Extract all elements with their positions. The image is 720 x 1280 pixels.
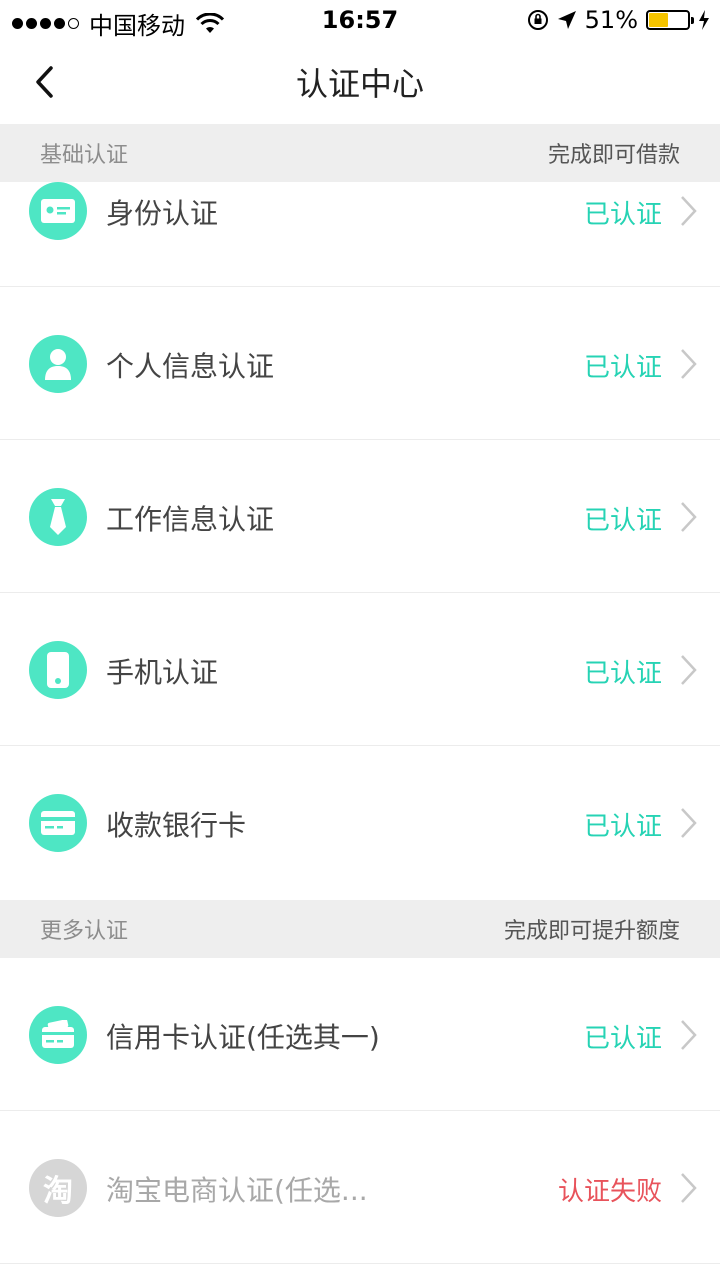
- back-button[interactable]: [22, 60, 66, 104]
- item-label: 个人信息认证: [106, 350, 275, 383]
- list-item-taobao[interactable]: 淘 淘宝电商认证(任选... 认证失败: [0, 1111, 720, 1264]
- page-title: 认证中心: [295, 65, 424, 103]
- location-icon: [557, 11, 576, 29]
- taobao-icon-glyph: 淘: [43, 1174, 73, 1209]
- status-badge: 已认证: [583, 200, 662, 230]
- chevron-left-icon: [36, 66, 53, 98]
- id-card-icon: [29, 182, 87, 240]
- section-title: 更多认证: [40, 919, 129, 944]
- section-subtitle: 完成即可借款: [547, 143, 680, 168]
- item-label: 信用卡认证(任选其一): [106, 1021, 380, 1054]
- item-label: 收款银行卡: [106, 809, 247, 842]
- charging-icon: [699, 10, 709, 30]
- item-label: 工作信息认证: [106, 503, 275, 536]
- item-label: 手机认证: [106, 656, 219, 689]
- credit-card-icon: [29, 1006, 87, 1064]
- section-title: 基础认证: [40, 143, 129, 168]
- person-icon: [29, 335, 87, 393]
- section-subtitle: 完成即可提升额度: [503, 919, 680, 944]
- status-badge: 已认证: [583, 659, 662, 689]
- chevron-right-icon: [681, 1020, 697, 1050]
- chevron-right-icon: [681, 502, 697, 532]
- tie-icon: [29, 488, 87, 546]
- chevron-right-icon: [681, 349, 697, 379]
- list-item-phone[interactable]: 手机认证 已认证: [0, 593, 720, 746]
- chevron-right-icon: [681, 655, 697, 685]
- list-item-credit-card[interactable]: 信用卡认证(任选其一) 已认证: [0, 958, 720, 1111]
- status-badge: 已认证: [583, 353, 662, 383]
- chevron-right-icon: [681, 196, 697, 226]
- status-badge: 认证失败: [557, 1177, 662, 1207]
- section-header-more: 更多认证 完成即可提升额度: [0, 900, 720, 958]
- battery-icon: [646, 10, 694, 30]
- nav-bar: 认证中心: [0, 40, 720, 124]
- status-badge: 已认证: [583, 812, 662, 842]
- section-header-basic: 基础认证 完成即可借款: [0, 124, 720, 182]
- phone-icon: [29, 641, 87, 699]
- status-badge: 已认证: [583, 506, 662, 536]
- status-right: 51%: [527, 6, 710, 34]
- list-item-bank-card[interactable]: 收款银行卡 已认证: [0, 746, 720, 899]
- bank-card-icon: [29, 794, 87, 852]
- status-badge: 已认证: [583, 1024, 662, 1054]
- list-item-personal-info[interactable]: 个人信息认证 已认证: [0, 287, 720, 440]
- item-label: 身份认证: [106, 197, 219, 230]
- item-label: 淘宝电商认证(任选...: [106, 1174, 368, 1207]
- taobao-icon: 淘: [29, 1159, 87, 1217]
- rotation-lock-icon: [527, 10, 548, 30]
- status-bar: 中国移动 16:57 51%: [0, 0, 720, 40]
- list-item-work-info[interactable]: 工作信息认证 已认证: [0, 440, 720, 593]
- chevron-right-icon: [681, 808, 697, 838]
- list-item-id-verification[interactable]: 身份认证 已认证: [0, 182, 720, 287]
- chevron-right-icon: [681, 1173, 697, 1203]
- battery-percent: 51%: [584, 6, 638, 34]
